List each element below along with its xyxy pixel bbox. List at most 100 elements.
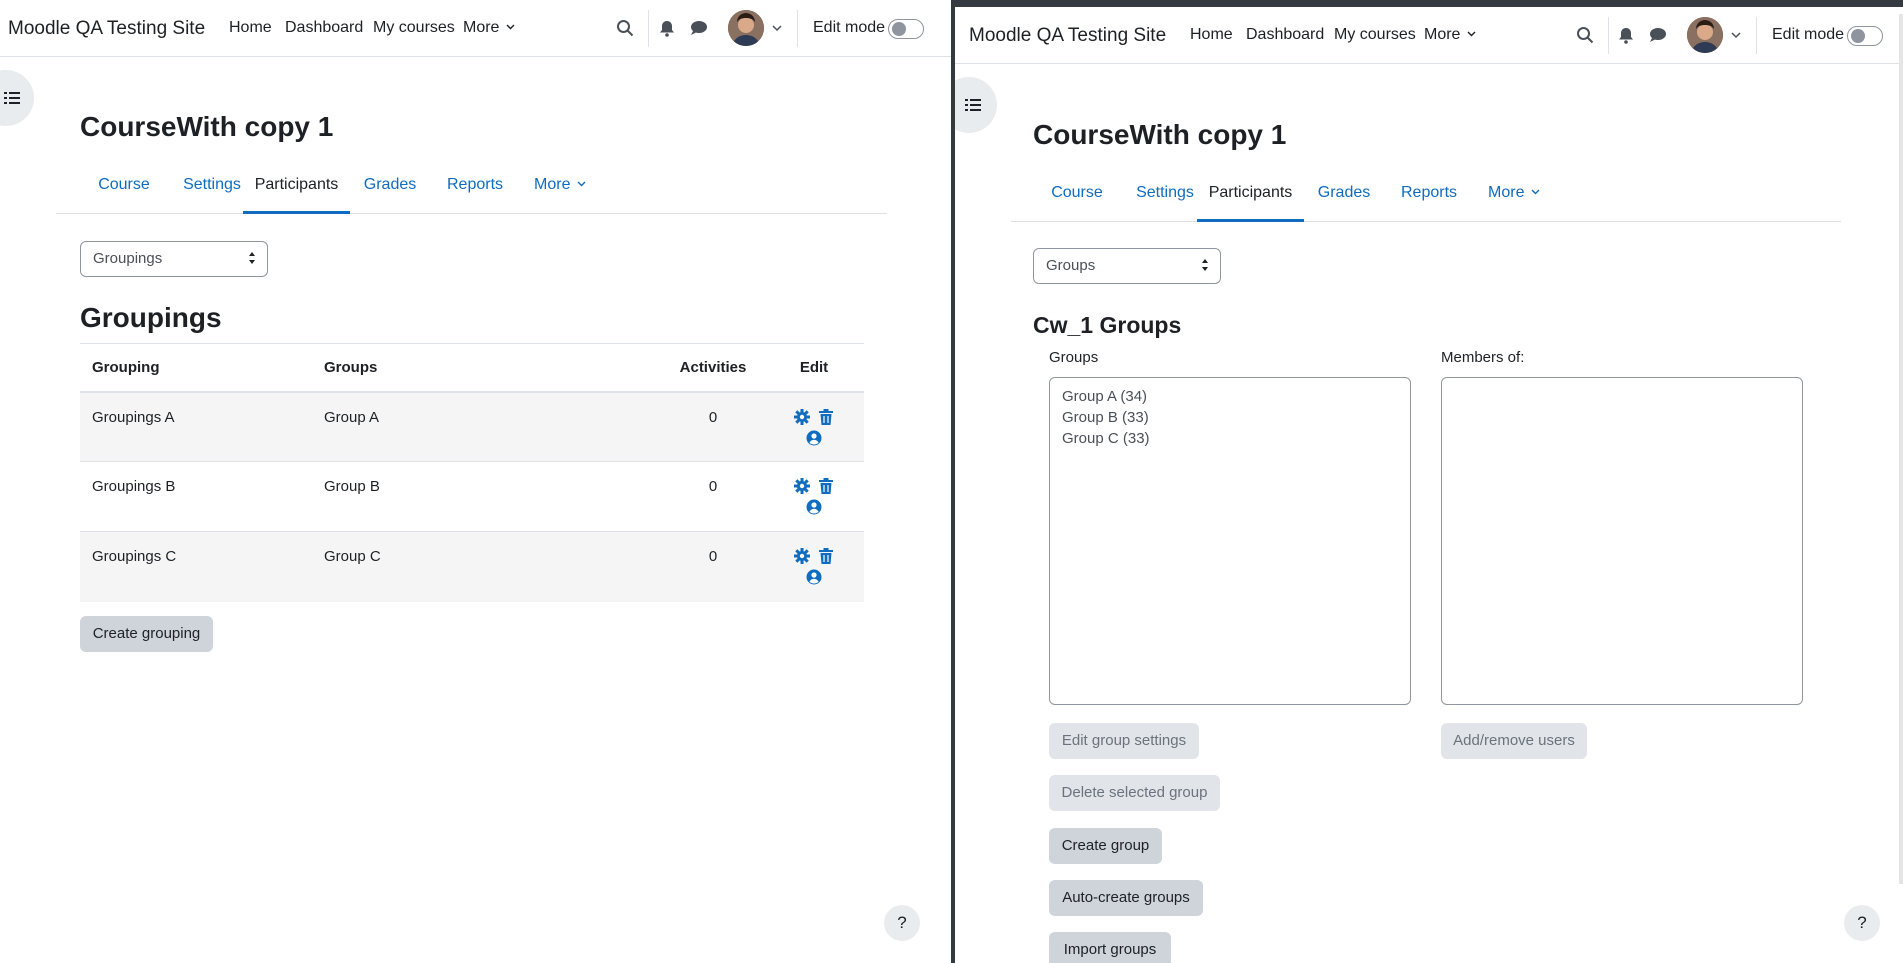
grouping-activities: 0 — [662, 391, 764, 462]
nav-dashboard[interactable]: Dashboard — [1246, 26, 1324, 44]
edit-mode-toggle[interactable] — [1847, 26, 1883, 46]
members-label: Members of: — [1441, 349, 1525, 366]
chevron-down-icon — [1531, 189, 1540, 195]
toggle-knob — [1851, 29, 1865, 43]
nav-more-label: More — [463, 19, 500, 36]
bell-icon[interactable] — [1615, 24, 1637, 46]
import-groups-button[interactable]: Import groups — [1049, 932, 1171, 963]
screen: Moodle QA Testing Site Home Dashboard My… — [0, 0, 1903, 963]
chevron-down-icon — [506, 24, 515, 30]
gear-icon[interactable] — [793, 408, 810, 425]
trash-icon[interactable] — [818, 548, 833, 564]
navbar-divider — [648, 10, 649, 47]
nav-more[interactable]: More — [463, 19, 515, 37]
search-icon[interactable] — [614, 17, 636, 39]
trash-icon[interactable] — [818, 478, 833, 494]
page-title: CourseWith copy 1 — [80, 111, 334, 142]
scrollbar[interactable] — [1899, 14, 1903, 884]
grouping-activities: 0 — [662, 531, 764, 602]
navbar: Moodle QA Testing Site Home Dashboard My… — [0, 0, 951, 57]
select-arrows-icon — [1202, 259, 1208, 271]
user-circle-icon[interactable] — [806, 430, 822, 446]
col-edit: Edit — [764, 343, 864, 393]
nav-my-courses[interactable]: My courses — [373, 19, 455, 37]
group-option[interactable]: Group A (34) — [1062, 386, 1398, 407]
table-header-row: Grouping Groups Activities Edit — [80, 343, 864, 393]
edit-group-settings-button[interactable]: Edit group settings — [1049, 723, 1199, 759]
tab-participants[interactable]: Participants — [243, 156, 350, 214]
tab-grades[interactable]: Grades — [1304, 164, 1384, 222]
nav-more[interactable]: More — [1424, 26, 1476, 44]
edit-mode-toggle[interactable] — [888, 19, 924, 39]
course-index-icon — [965, 99, 981, 111]
nav-my-courses[interactable]: My courses — [1334, 26, 1416, 44]
section-heading: Cw_1 Groups — [1033, 312, 1182, 338]
grouping-name: Groupings A — [80, 391, 312, 462]
course-index-button[interactable] — [0, 70, 34, 126]
grouping-name: Groupings C — [80, 531, 312, 602]
grouping-name: Groupings B — [80, 461, 312, 532]
tab-more-label: More — [534, 176, 571, 193]
chat-icon[interactable] — [1647, 24, 1669, 46]
grouping-groups: Group A — [312, 391, 662, 462]
tab-grades[interactable]: Grades — [350, 156, 430, 214]
gear-icon[interactable] — [793, 548, 810, 564]
tab-more-label: More — [1488, 184, 1525, 201]
tab-reports[interactable]: Reports — [1384, 164, 1474, 222]
tab-more[interactable]: More — [520, 156, 600, 214]
col-grouping: Grouping — [80, 343, 312, 393]
user-circle-icon[interactable] — [806, 569, 822, 585]
help-button[interactable]: ? — [884, 905, 920, 941]
page-title: CourseWith copy 1 — [1033, 119, 1287, 150]
grouping-groups: Group B — [312, 461, 662, 532]
tab-reports[interactable]: Reports — [430, 156, 520, 214]
section-heading: Groupings — [80, 302, 222, 333]
avatar[interactable] — [1687, 17, 1723, 53]
tab-participants[interactable]: Participants — [1197, 164, 1304, 222]
site-brand[interactable]: Moodle QA Testing Site — [8, 18, 205, 40]
tab-more[interactable]: More — [1474, 164, 1554, 222]
members-listbox[interactable] — [1441, 377, 1803, 705]
tab-course[interactable]: Course — [1033, 164, 1121, 222]
create-group-button[interactable]: Create group — [1049, 828, 1162, 864]
nav-more-label: More — [1424, 26, 1461, 43]
add-remove-users-button[interactable]: Add/remove users — [1441, 723, 1587, 759]
group-view-select[interactable]: Groupings — [80, 241, 268, 277]
group-view-select[interactable]: Groups — [1033, 248, 1221, 284]
tab-course[interactable]: Course — [80, 156, 168, 214]
chevron-down-icon[interactable] — [1725, 24, 1747, 46]
chevron-down-icon[interactable] — [766, 17, 788, 39]
search-icon[interactable] — [1574, 24, 1596, 46]
bell-icon[interactable] — [656, 17, 678, 39]
navbar-divider — [1608, 17, 1609, 54]
secondary-nav: Course Settings Participants Grades Repo… — [1011, 164, 1841, 222]
groups-label: Groups — [1049, 349, 1099, 366]
course-index-button[interactable] — [955, 77, 997, 133]
nav-home[interactable]: Home — [1190, 26, 1233, 44]
navbar-divider — [797, 10, 798, 47]
delete-selected-group-button[interactable]: Delete selected group — [1049, 775, 1220, 811]
nav-home[interactable]: Home — [229, 19, 272, 37]
chat-icon[interactable] — [688, 17, 710, 39]
tab-settings[interactable]: Settings — [1121, 164, 1209, 222]
help-button[interactable]: ? — [1844, 905, 1880, 941]
secondary-nav: Course Settings Participants Grades Repo… — [56, 156, 887, 214]
groupings-table: Grouping Groups Activities Edit Grouping… — [80, 343, 864, 602]
nav-dashboard[interactable]: Dashboard — [285, 19, 363, 37]
trash-icon[interactable] — [818, 408, 833, 425]
auto-create-groups-button[interactable]: Auto-create groups — [1049, 880, 1203, 916]
site-brand[interactable]: Moodle QA Testing Site — [969, 25, 1166, 47]
grouping-groups: Group C — [312, 531, 662, 602]
groups-listbox[interactable]: Group A (34) Group B (33) Group C (33) — [1049, 377, 1411, 705]
col-groups: Groups — [312, 343, 662, 393]
user-circle-icon[interactable] — [806, 499, 822, 515]
avatar[interactable] — [728, 10, 764, 46]
group-option[interactable]: Group B (33) — [1062, 407, 1398, 428]
create-grouping-button[interactable]: Create grouping — [80, 616, 213, 652]
right-window: Moodle QA Testing Site Home Dashboard My… — [955, 0, 1903, 963]
select-value: Groups — [1046, 257, 1096, 274]
gear-icon[interactable] — [793, 478, 810, 494]
chevron-down-icon — [1467, 31, 1476, 37]
edit-mode-label: Edit mode — [1772, 26, 1845, 43]
group-option[interactable]: Group C (33) — [1062, 428, 1398, 449]
